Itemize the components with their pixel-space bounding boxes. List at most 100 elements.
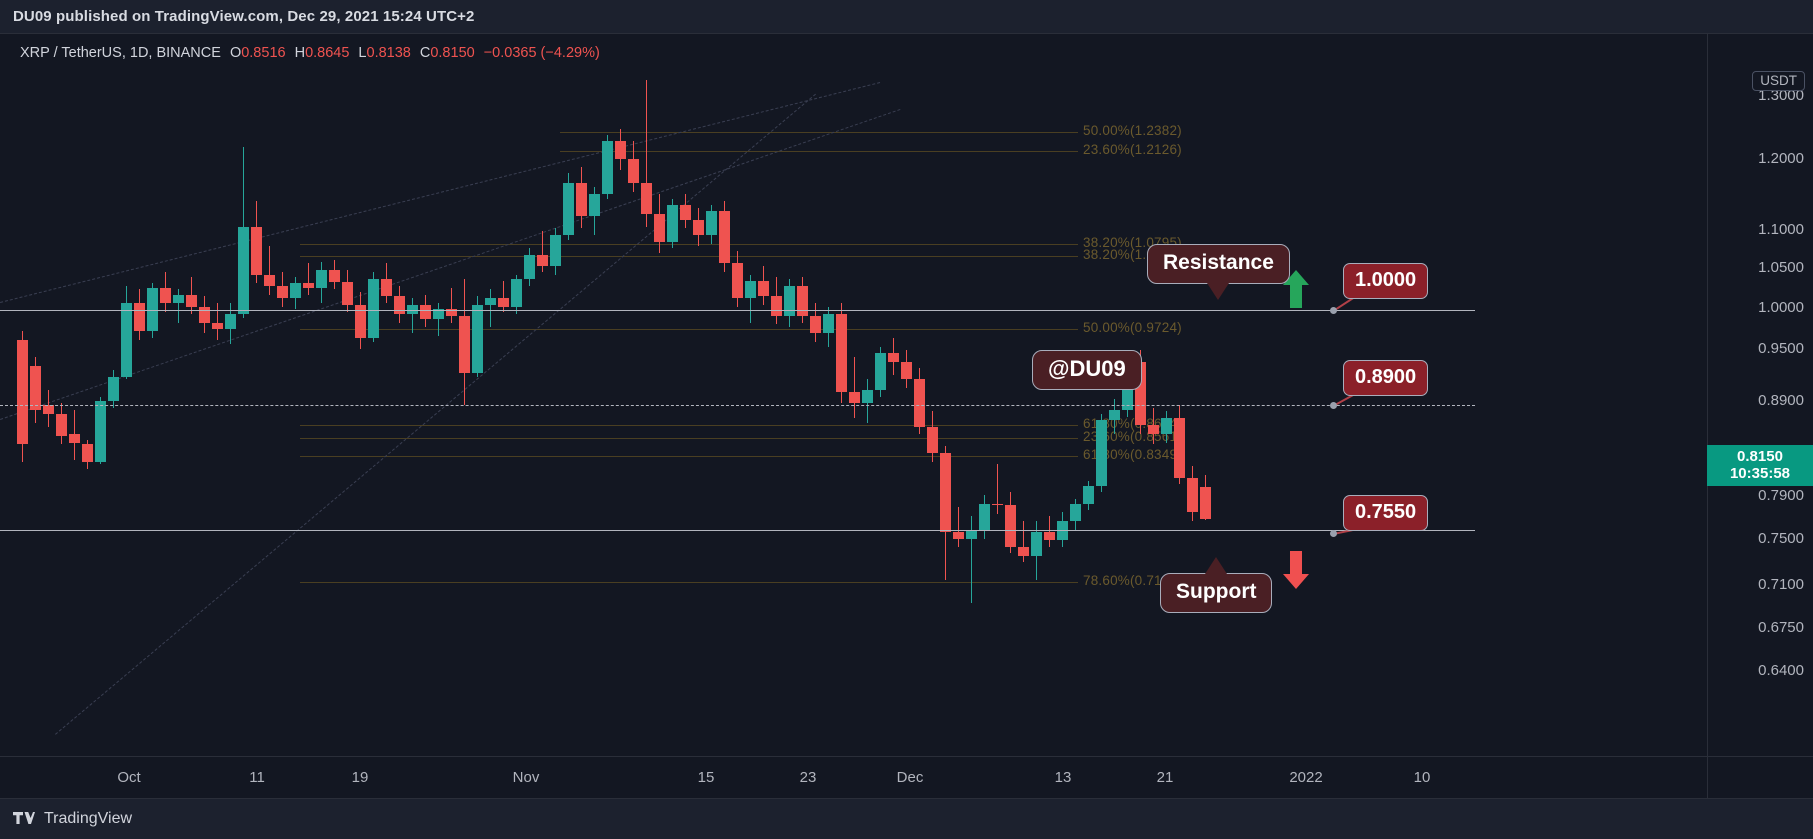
candle-body xyxy=(927,427,938,454)
price-tag[interactable]: 1.0000 xyxy=(1343,263,1429,299)
candle-body xyxy=(1187,477,1198,513)
legend-change: −0.0365 (−4.29%) xyxy=(483,45,600,61)
candle xyxy=(550,34,561,756)
publish-bar: DU09 published on TradingView.com, Dec 2… xyxy=(0,0,1813,33)
candle xyxy=(30,34,41,756)
candle-body xyxy=(914,379,925,428)
candle-body xyxy=(771,296,782,316)
price-level-resistance-1[interactable] xyxy=(0,310,1475,311)
candle-wick xyxy=(451,287,452,323)
author-watermark: @DU09 xyxy=(1032,350,1142,390)
candle xyxy=(82,34,93,756)
resistance-callout[interactable]: Resistance xyxy=(1147,244,1290,300)
candle-body xyxy=(667,204,678,243)
candle-body xyxy=(264,274,275,286)
candle xyxy=(147,34,158,756)
candle-body xyxy=(537,254,548,266)
candle xyxy=(615,34,626,756)
candle xyxy=(1096,34,1107,756)
price-tag-anchor-dot xyxy=(1330,530,1337,537)
candle xyxy=(290,34,301,756)
candle xyxy=(1044,34,1055,756)
candle xyxy=(329,34,340,756)
candle-body xyxy=(992,503,1003,506)
candle xyxy=(134,34,145,756)
time-tick-label: 15 xyxy=(697,769,715,786)
candle-wick xyxy=(490,289,491,327)
candle xyxy=(238,34,249,756)
candle-body xyxy=(290,283,301,299)
candle xyxy=(563,34,574,756)
candle xyxy=(420,34,431,756)
time-scale[interactable]: Oct 11 19 Nov 15 23 Dec 13 21 2022 10 xyxy=(0,756,1813,799)
footer-bar: TradingView xyxy=(0,798,1813,839)
candle xyxy=(303,34,314,756)
price-scale[interactable]: USDT 1.3000 1.2000 1.1000 1.0500 1.0000 0.950… xyxy=(1707,34,1813,756)
price-level-mid-level[interactable] xyxy=(0,405,1475,406)
candle xyxy=(225,34,236,756)
candle-body xyxy=(108,376,119,401)
candle xyxy=(1148,34,1159,756)
price-tag-anchor-dot xyxy=(1330,402,1337,409)
candle-body xyxy=(875,353,886,391)
candle-body xyxy=(498,298,509,307)
price-level-support-1[interactable] xyxy=(0,530,1475,531)
candle xyxy=(277,34,288,756)
candle-body xyxy=(823,313,834,333)
candle-body xyxy=(641,183,652,214)
price-tick-label: 1.0000 xyxy=(1758,299,1804,316)
candle-body xyxy=(56,413,67,436)
support-callout[interactable]: Support xyxy=(1160,557,1273,613)
price-tag[interactable]: 0.8900 xyxy=(1343,360,1429,396)
chart-canvas[interactable]: XRP / TetherUS, 1D, BINANCE O0.8516 H0.8… xyxy=(0,34,1707,756)
candle-wick xyxy=(503,280,504,313)
candle-body xyxy=(966,529,977,539)
candle-body xyxy=(95,400,106,462)
candle xyxy=(394,34,405,756)
candle-body xyxy=(1044,531,1055,541)
candle-body xyxy=(316,270,327,288)
candle xyxy=(316,34,327,756)
legend-symbol[interactable]: XRP / TetherUS, 1D, BINANCE xyxy=(20,45,221,61)
candle-body xyxy=(472,305,483,374)
price-scale-unit-badge: USDT xyxy=(1752,71,1805,91)
candle-body xyxy=(550,235,561,266)
candle xyxy=(1005,34,1016,756)
candle-body xyxy=(862,390,873,403)
legend-close: C0.8150 xyxy=(419,45,475,61)
candle-body xyxy=(381,278,392,297)
candle xyxy=(1057,34,1068,756)
candle xyxy=(797,34,808,756)
price-tag[interactable]: 0.7550 xyxy=(1343,495,1429,531)
chart-legend[interactable]: XRP / TetherUS, 1D, BINANCE O0.8516 H0.8… xyxy=(20,45,600,61)
candle-body xyxy=(758,280,769,297)
candle-body xyxy=(524,254,535,279)
candle xyxy=(992,34,1003,756)
price-tick-label: 0.9500 xyxy=(1758,340,1804,357)
candle xyxy=(940,34,951,756)
candle xyxy=(680,34,691,756)
candle xyxy=(823,34,834,756)
candle-body xyxy=(173,294,184,304)
candle xyxy=(771,34,782,756)
candle xyxy=(1200,34,1211,756)
candle xyxy=(342,34,353,756)
candle xyxy=(875,34,886,756)
candle-wick xyxy=(958,507,959,548)
candle xyxy=(628,34,639,756)
candle xyxy=(199,34,210,756)
time-tick-label: 11 xyxy=(249,769,265,786)
candle xyxy=(693,34,704,756)
candle-body xyxy=(1148,425,1159,435)
candle-body xyxy=(589,193,600,217)
candle xyxy=(160,34,171,756)
callout-tail xyxy=(1205,557,1228,574)
candle xyxy=(576,34,587,756)
candle-body xyxy=(69,434,80,443)
candle xyxy=(1135,34,1146,756)
candle xyxy=(43,34,54,756)
candle-body xyxy=(1005,505,1016,548)
price-tick-label: 0.6400 xyxy=(1758,662,1804,679)
candle-body xyxy=(693,219,704,236)
candle xyxy=(602,34,613,756)
